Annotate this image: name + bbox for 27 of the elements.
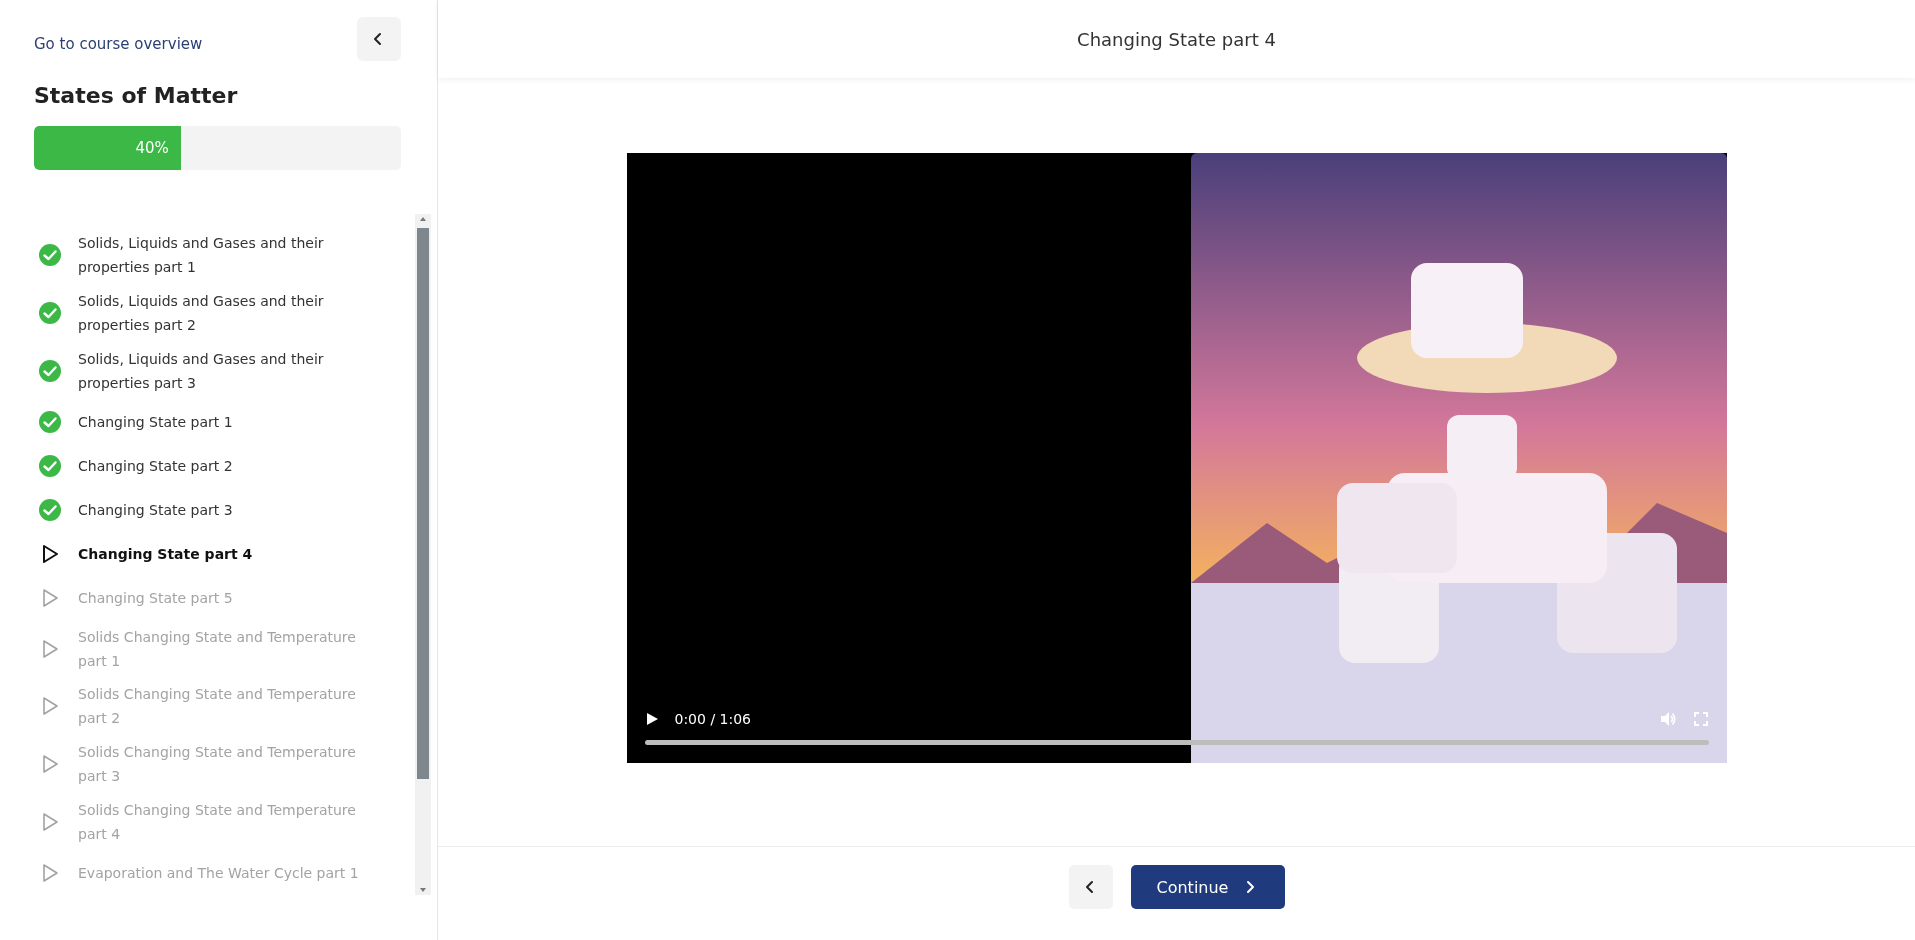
fullscreen-button[interactable] — [1692, 711, 1709, 727]
lesson-item[interactable]: Solids, Liquids and Gases and their properties part 3 — [78, 346, 378, 395]
video-progress-bar[interactable] — [644, 740, 1709, 745]
volume-button[interactable] — [1658, 710, 1677, 728]
collapse-sidebar-button[interactable] — [357, 17, 401, 61]
course-title: States of Matter — [34, 83, 239, 108]
scrollbar-thumb[interactable] — [417, 228, 429, 779]
checkmark-icon — [38, 300, 62, 325]
lesson-item[interactable]: Changing State part 1 — [78, 409, 233, 434]
course-overview-link[interactable]: Go to course overview — [34, 35, 203, 53]
lesson-item[interactable]: Solids, Liquids and Gases and their properties part 1 — [78, 230, 378, 279]
lesson-title: Changing State part 4 — [1077, 28, 1276, 50]
checkmark-icon — [38, 453, 62, 478]
previous-button[interactable] — [1068, 865, 1113, 909]
checkmark-icon — [38, 358, 62, 383]
lesson-item[interactable]: Changing State part 3 — [78, 497, 233, 522]
play-button[interactable] — [644, 712, 659, 726]
checkmark-icon — [38, 409, 62, 434]
scrollbar[interactable] — [415, 214, 431, 895]
progress-fill: 40% — [34, 126, 181, 170]
lesson-item[interactable]: Changing State part 2 — [78, 453, 233, 478]
checkmark-icon — [38, 497, 62, 522]
lesson-item[interactable]: Solids, Liquids and Gases and their properties part 2 — [78, 288, 378, 337]
video-time: 0:00 / 1:06 — [674, 711, 751, 727]
lesson-item[interactable]: Changing State part 4 — [78, 541, 253, 566]
continue-button[interactable]: Continue — [1130, 865, 1285, 909]
checkmark-icon — [38, 242, 62, 267]
